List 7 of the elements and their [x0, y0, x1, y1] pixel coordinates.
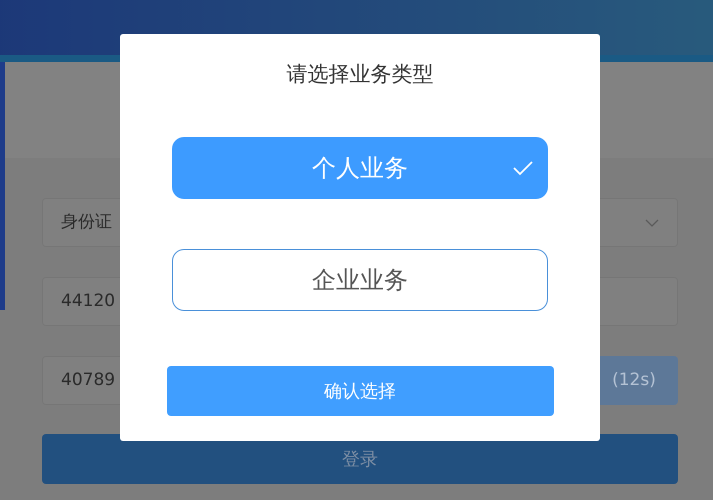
option-button[interactable]: 企业业务 [172, 249, 548, 311]
option-button[interactable]: 个人业务 [172, 137, 548, 199]
checkmark-icon [513, 160, 533, 176]
chevron-down-icon [645, 218, 659, 226]
confirm-button[interactable]: 确认选择 [166, 366, 554, 416]
select-value: 身份证 [61, 210, 112, 234]
dialog-title: 请选择业务类型 [286, 61, 434, 88]
